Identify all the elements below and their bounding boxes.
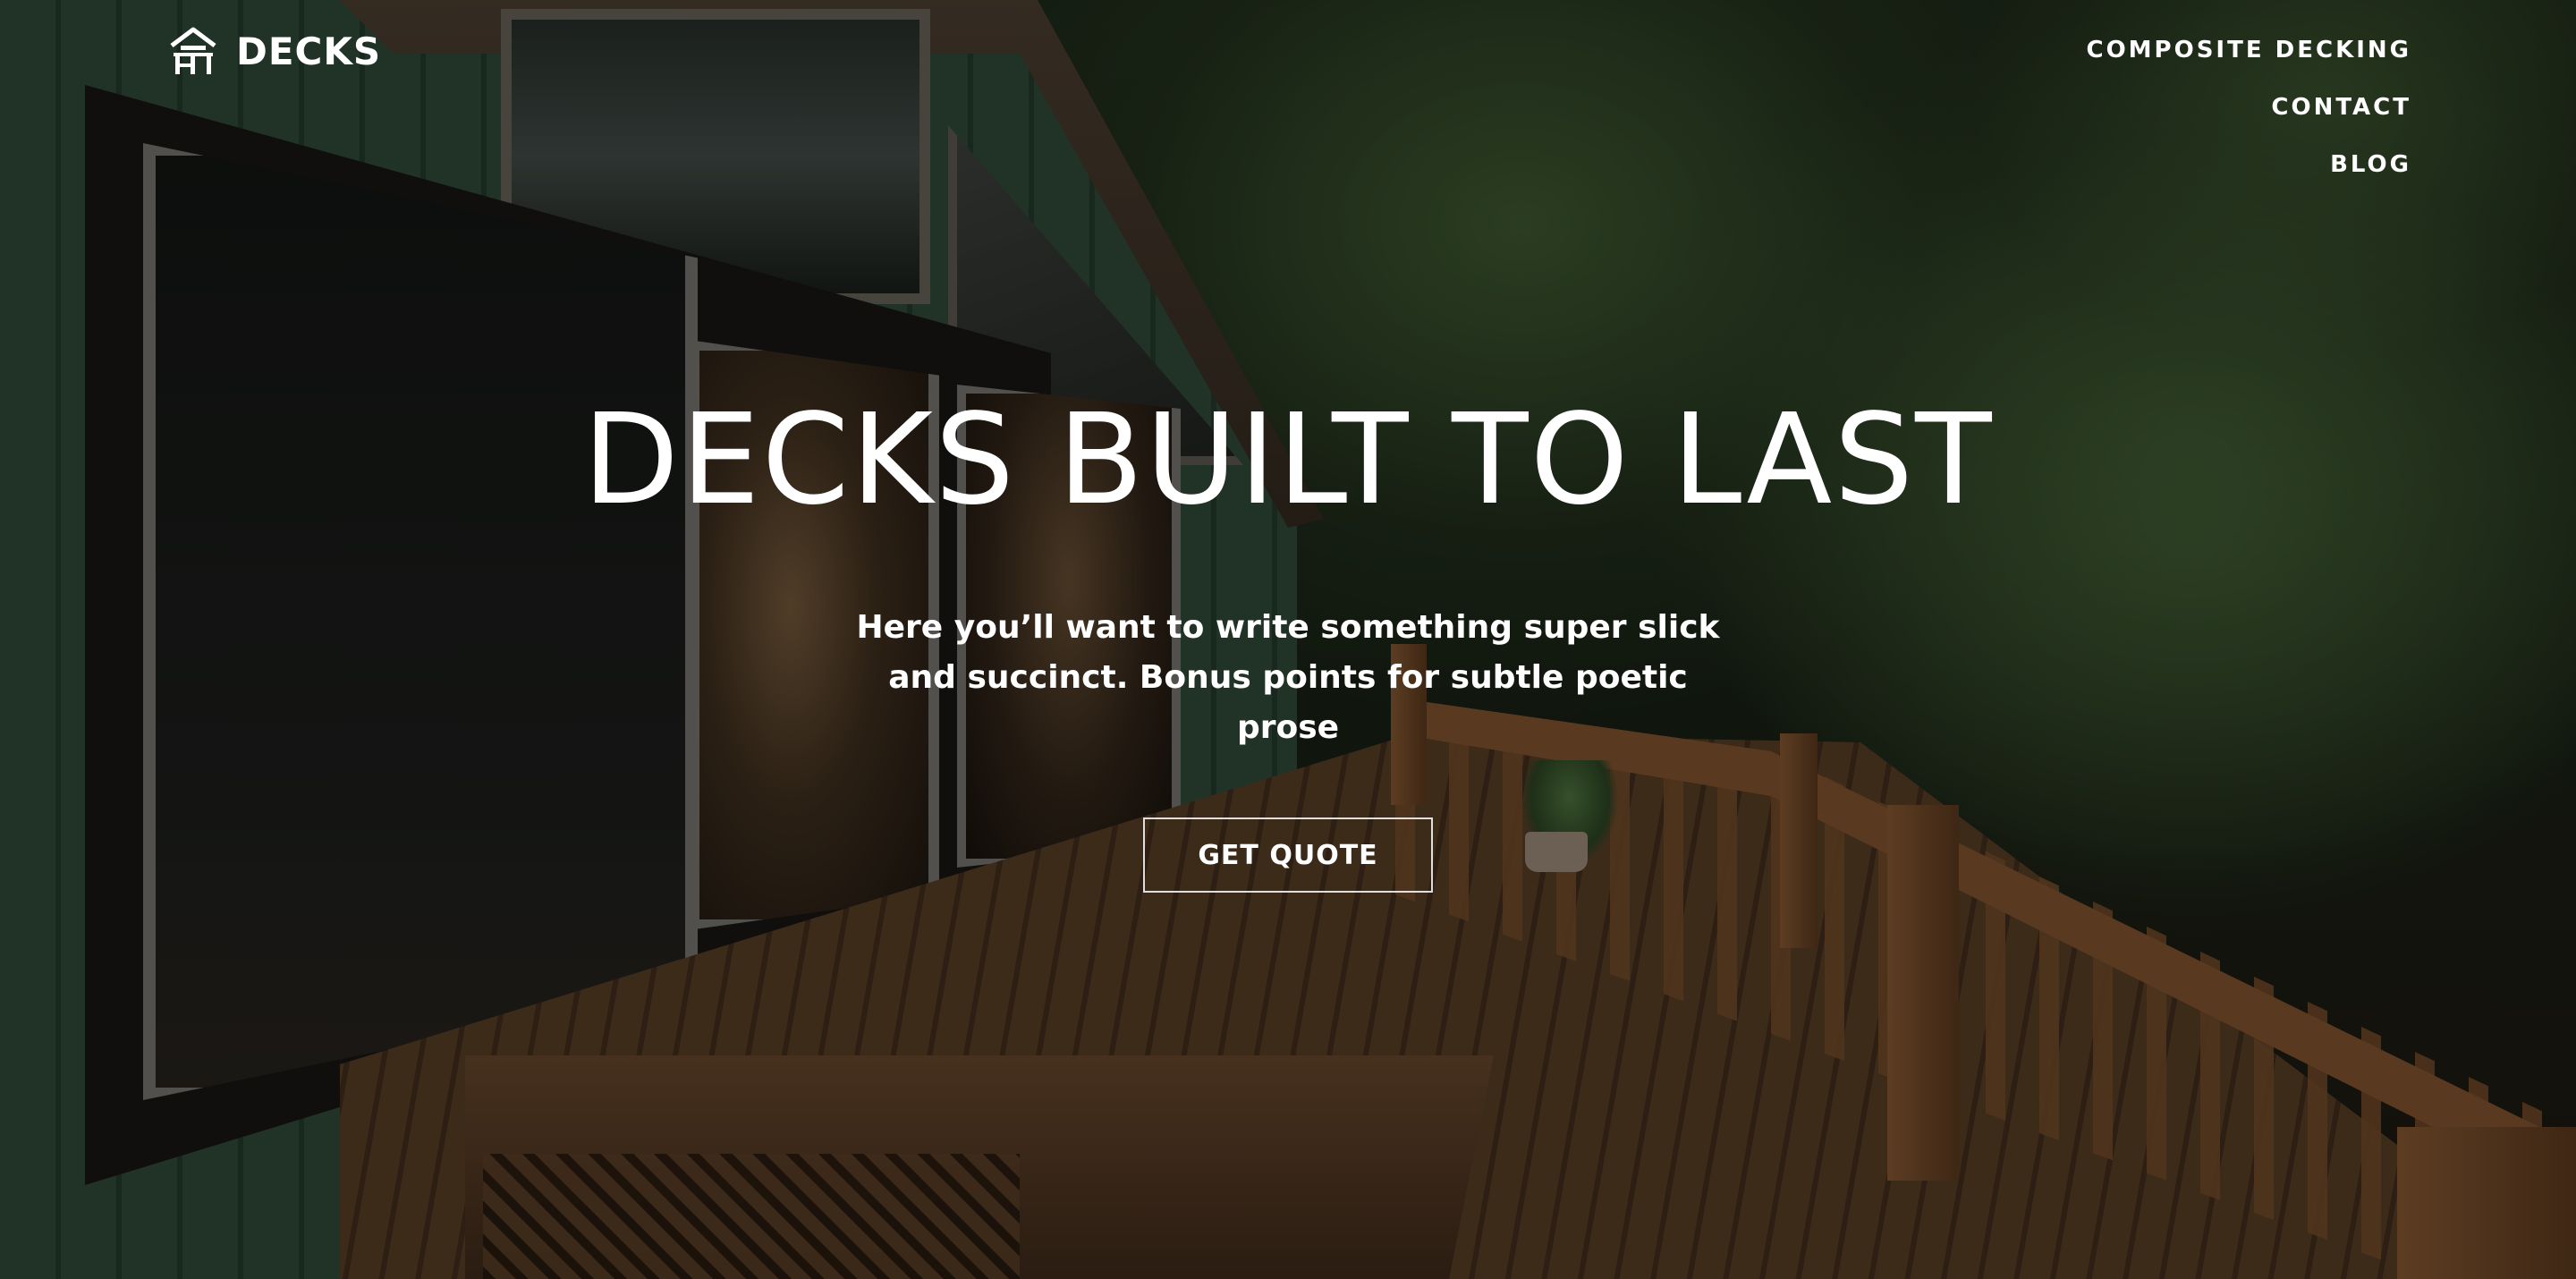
brand-name: DECKS [236, 29, 382, 73]
brand-logo-link[interactable]: DECKS [168, 25, 381, 77]
hero-subtitle: Here you’ll want to write something supe… [856, 609, 1720, 746]
deck-house-icon [170, 27, 216, 74]
nav-link-blog[interactable]: BLOG [2330, 148, 2411, 181]
get-quote-button[interactable]: GET QUOTE [1143, 817, 1433, 893]
hero-title: DECKS BUILT TO LAST [582, 387, 1994, 533]
main-nav: COMPOSITE DECKING CONTACT BLOG [2086, 34, 2411, 181]
nav-link-composite-decking[interactable]: COMPOSITE DECKING [2086, 34, 2411, 66]
nav-link-contact[interactable]: CONTACT [2271, 91, 2411, 123]
hero-section: DECKS COMPOSITE DECKING CONTACT BLOG DEC… [0, 0, 2576, 1279]
